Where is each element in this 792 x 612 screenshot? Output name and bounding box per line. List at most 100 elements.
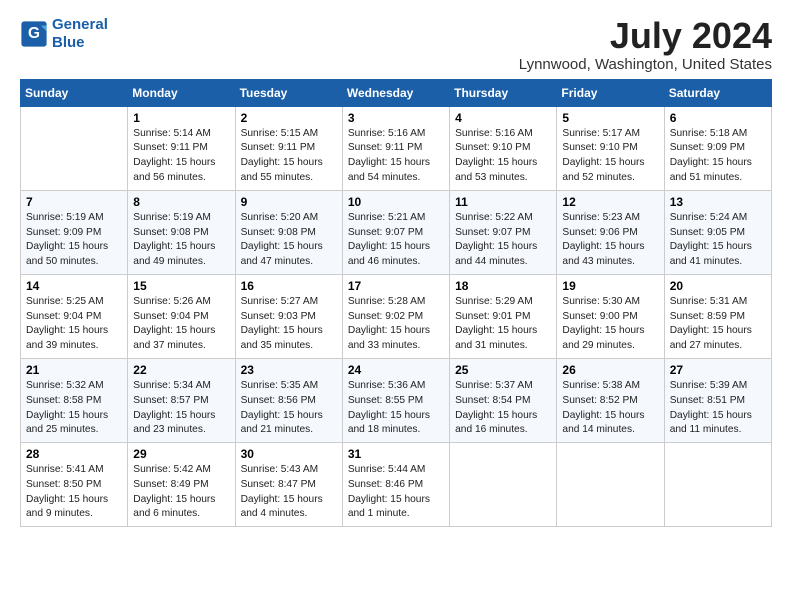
day-info: Sunrise: 5:29 AMSunset: 9:01 PMDaylight:… xyxy=(455,295,551,354)
weekday-header-tuesday: Tuesday xyxy=(235,79,342,106)
weekday-header-friday: Friday xyxy=(557,79,664,106)
day-info: Sunrise: 5:21 AMSunset: 9:07 PMDaylight:… xyxy=(348,211,444,270)
svg-text:G: G xyxy=(28,25,40,42)
day-info: Sunrise: 5:28 AMSunset: 9:02 PMDaylight:… xyxy=(348,295,444,354)
calendar-cell: 15Sunrise: 5:26 AMSunset: 9:04 PMDayligh… xyxy=(128,274,235,358)
weekday-header-sunday: Sunday xyxy=(21,79,128,106)
calendar-week-1: 1 Sunrise: 5:14 AMSunset: 9:11 PMDaylight… xyxy=(21,106,772,190)
calendar-cell: 28Sunrise: 5:41 AMSunset: 8:50 PMDayligh… xyxy=(21,443,128,527)
day-info: Sunrise: 5:26 AMSunset: 9:04 PMDaylight:… xyxy=(133,295,229,354)
calendar-cell: 26Sunrise: 5:38 AMSunset: 8:52 PMDayligh… xyxy=(557,358,664,442)
day-info: Sunrise: 5:24 AMSunset: 9:05 PMDaylight:… xyxy=(670,211,766,270)
day-number: 13 xyxy=(670,195,766,209)
calendar-cell: 13 Sunrise: 5:24 AMSunset: 9:05 PMDayligh… xyxy=(664,190,771,274)
calendar-cell: 18 Sunrise: 5:29 AMSunset: 9:01 PMDayligh… xyxy=(450,274,557,358)
day-number: 16 xyxy=(241,279,337,293)
day-number: 14 xyxy=(26,279,122,293)
calendar-table: SundayMondayTuesdayWednesdayThursdayFrid… xyxy=(20,79,772,528)
day-info: Sunrise: 5:35 AMSunset: 8:56 PMDaylight:… xyxy=(241,379,337,438)
weekday-header-thursday: Thursday xyxy=(450,79,557,106)
day-info: Sunrise: 5:30 AMSunset: 9:00 PMDaylight:… xyxy=(562,295,658,354)
day-number: 29 xyxy=(133,447,229,461)
day-info: Sunrise: 5:19 AMSunset: 9:08 PMDaylight:… xyxy=(133,211,229,270)
calendar-cell: 16 Sunrise: 5:27 AMSunset: 9:03 PMDayligh… xyxy=(235,274,342,358)
day-number: 26 xyxy=(562,363,658,377)
logo: G General Blue xyxy=(20,16,108,52)
day-number: 10 xyxy=(348,195,444,209)
calendar-cell: 17Sunrise: 5:28 AMSunset: 9:02 PMDayligh… xyxy=(342,274,449,358)
day-info: Sunrise: 5:15 AMSunset: 9:11 PMDaylight:… xyxy=(241,127,337,186)
calendar-body: 1 Sunrise: 5:14 AMSunset: 9:11 PMDaylight… xyxy=(21,106,772,527)
day-number: 8 xyxy=(133,195,229,209)
day-number: 24 xyxy=(348,363,444,377)
location: Lynnwood, Washington, United States xyxy=(519,56,772,73)
calendar-week-5: 28Sunrise: 5:41 AMSunset: 8:50 PMDayligh… xyxy=(21,443,772,527)
day-info: Sunrise: 5:37 AMSunset: 8:54 PMDaylight:… xyxy=(455,379,551,438)
day-info: Sunrise: 5:23 AMSunset: 9:06 PMDaylight:… xyxy=(562,211,658,270)
calendar-cell: 19 Sunrise: 5:30 AMSunset: 9:00 PMDayligh… xyxy=(557,274,664,358)
day-info: Sunrise: 5:43 AMSunset: 8:47 PMDaylight:… xyxy=(241,463,337,522)
day-info: Sunrise: 5:22 AMSunset: 9:07 PMDaylight:… xyxy=(455,211,551,270)
calendar-cell: 3 Sunrise: 5:16 AMSunset: 9:11 PMDaylight… xyxy=(342,106,449,190)
day-number: 11 xyxy=(455,195,551,209)
day-number: 12 xyxy=(562,195,658,209)
calendar-cell xyxy=(21,106,128,190)
day-number: 9 xyxy=(241,195,337,209)
day-number: 21 xyxy=(26,363,122,377)
calendar-week-4: 21Sunrise: 5:32 AMSunset: 8:58 PMDayligh… xyxy=(21,358,772,442)
header: G General Blue July 2024 Lynnwood, Washi… xyxy=(20,16,772,73)
day-info: Sunrise: 5:31 AMSunset: 8:59 PMDaylight:… xyxy=(670,295,766,354)
day-info: Sunrise: 5:27 AMSunset: 9:03 PMDaylight:… xyxy=(241,295,337,354)
day-info: Sunrise: 5:34 AMSunset: 8:57 PMDaylight:… xyxy=(133,379,229,438)
calendar-cell: 6 Sunrise: 5:18 AMSunset: 9:09 PMDaylight… xyxy=(664,106,771,190)
calendar-cell: 10 Sunrise: 5:21 AMSunset: 9:07 PMDayligh… xyxy=(342,190,449,274)
weekday-row: SundayMondayTuesdayWednesdayThursdayFrid… xyxy=(21,79,772,106)
logo-line2: Blue xyxy=(52,34,108,52)
calendar-cell: 11 Sunrise: 5:22 AMSunset: 9:07 PMDayligh… xyxy=(450,190,557,274)
title-area: July 2024 Lynnwood, Washington, United S… xyxy=(519,16,772,73)
calendar-cell: 22 Sunrise: 5:34 AMSunset: 8:57 PMDayligh… xyxy=(128,358,235,442)
calendar-cell: 20Sunrise: 5:31 AMSunset: 8:59 PMDayligh… xyxy=(664,274,771,358)
day-info: Sunrise: 5:17 AMSunset: 9:10 PMDaylight:… xyxy=(562,127,658,186)
day-info: Sunrise: 5:14 AMSunset: 9:11 PMDaylight:… xyxy=(133,127,229,186)
day-number: 6 xyxy=(670,111,766,125)
day-number: 18 xyxy=(455,279,551,293)
day-info: Sunrise: 5:18 AMSunset: 9:09 PMDaylight:… xyxy=(670,127,766,186)
day-number: 27 xyxy=(670,363,766,377)
calendar-cell: 30Sunrise: 5:43 AMSunset: 8:47 PMDayligh… xyxy=(235,443,342,527)
day-info: Sunrise: 5:41 AMSunset: 8:50 PMDaylight:… xyxy=(26,463,122,522)
month-title: July 2024 xyxy=(519,16,772,56)
calendar-cell: 14Sunrise: 5:25 AMSunset: 9:04 PMDayligh… xyxy=(21,274,128,358)
day-info: Sunrise: 5:20 AMSunset: 9:08 PMDaylight:… xyxy=(241,211,337,270)
day-number: 19 xyxy=(562,279,658,293)
day-number: 1 xyxy=(133,111,229,125)
day-number: 3 xyxy=(348,111,444,125)
calendar-cell xyxy=(557,443,664,527)
day-info: Sunrise: 5:39 AMSunset: 8:51 PMDaylight:… xyxy=(670,379,766,438)
calendar-cell: 7 Sunrise: 5:19 AMSunset: 9:09 PMDaylight… xyxy=(21,190,128,274)
calendar-cell: 4Sunrise: 5:16 AMSunset: 9:10 PMDaylight… xyxy=(450,106,557,190)
day-number: 2 xyxy=(241,111,337,125)
day-number: 4 xyxy=(455,111,551,125)
calendar-cell: 2 Sunrise: 5:15 AMSunset: 9:11 PMDaylight… xyxy=(235,106,342,190)
weekday-header-saturday: Saturday xyxy=(664,79,771,106)
day-number: 22 xyxy=(133,363,229,377)
day-info: Sunrise: 5:44 AMSunset: 8:46 PMDaylight:… xyxy=(348,463,444,522)
day-info: Sunrise: 5:19 AMSunset: 9:09 PMDaylight:… xyxy=(26,211,122,270)
calendar-cell: 24 Sunrise: 5:36 AMSunset: 8:55 PMDayligh… xyxy=(342,358,449,442)
calendar-cell: 27 Sunrise: 5:39 AMSunset: 8:51 PMDayligh… xyxy=(664,358,771,442)
day-number: 23 xyxy=(241,363,337,377)
day-number: 5 xyxy=(562,111,658,125)
day-info: Sunrise: 5:42 AMSunset: 8:49 PMDaylight:… xyxy=(133,463,229,522)
day-info: Sunrise: 5:36 AMSunset: 8:55 PMDaylight:… xyxy=(348,379,444,438)
calendar-cell: 12 Sunrise: 5:23 AMSunset: 9:06 PMDayligh… xyxy=(557,190,664,274)
logo-text: General Blue xyxy=(52,16,108,52)
day-info: Sunrise: 5:16 AMSunset: 9:11 PMDaylight:… xyxy=(348,127,444,186)
weekday-header-wednesday: Wednesday xyxy=(342,79,449,106)
calendar-cell xyxy=(450,443,557,527)
calendar-cell: 8 Sunrise: 5:19 AMSunset: 9:08 PMDaylight… xyxy=(128,190,235,274)
day-number: 7 xyxy=(26,195,122,209)
calendar-cell: 23 Sunrise: 5:35 AMSunset: 8:56 PMDayligh… xyxy=(235,358,342,442)
calendar-week-2: 7 Sunrise: 5:19 AMSunset: 9:09 PMDaylight… xyxy=(21,190,772,274)
calendar-cell: 1 Sunrise: 5:14 AMSunset: 9:11 PMDaylight… xyxy=(128,106,235,190)
